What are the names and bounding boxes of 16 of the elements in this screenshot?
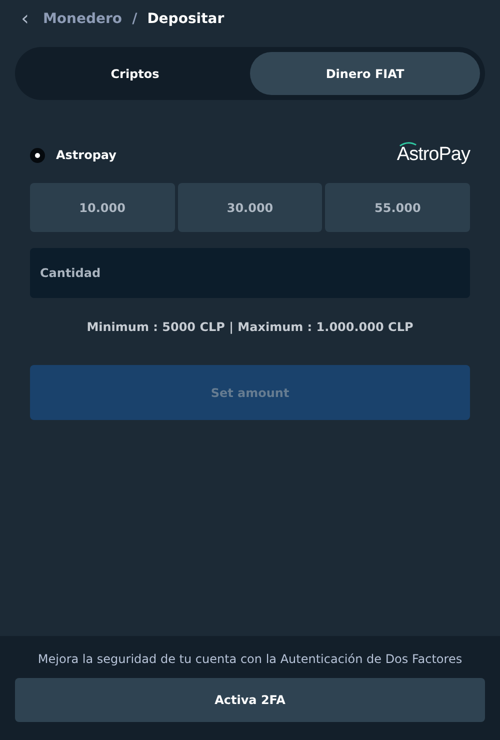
- breadcrumb-link[interactable]: Monedero: [43, 11, 122, 27]
- method-label: Astropay: [56, 148, 116, 162]
- tab[interactable]: Dinero FIAT: [250, 52, 480, 95]
- security-notice: Mejora la seguridad de tu cuenta con la Autenticación de Dos Factores: [36, 652, 464, 666]
- amount-input-field[interactable]: Cantidad: [30, 248, 470, 298]
- back-button[interactable]: ‹: [17, 8, 33, 30]
- activate-2fa-button[interactable]: Activa 2FA: [15, 678, 485, 722]
- page-title: Depositar: [147, 11, 224, 27]
- breadcrumb-separator: /: [132, 11, 138, 27]
- radio-button[interactable]: [30, 148, 45, 162]
- astropay-logo: AstroPay: [396, 144, 470, 166]
- tab[interactable]: Criptos: [20, 52, 250, 95]
- amount-preset-button[interactable]: 55.000: [325, 183, 470, 232]
- amount-preset-button[interactable]: 10.000: [30, 183, 175, 232]
- limits-text: Minimum : 5000 CLP | Maximum : 1.000.000 CLP: [86, 320, 414, 334]
- amount-preset-button[interactable]: 30.000: [178, 183, 322, 232]
